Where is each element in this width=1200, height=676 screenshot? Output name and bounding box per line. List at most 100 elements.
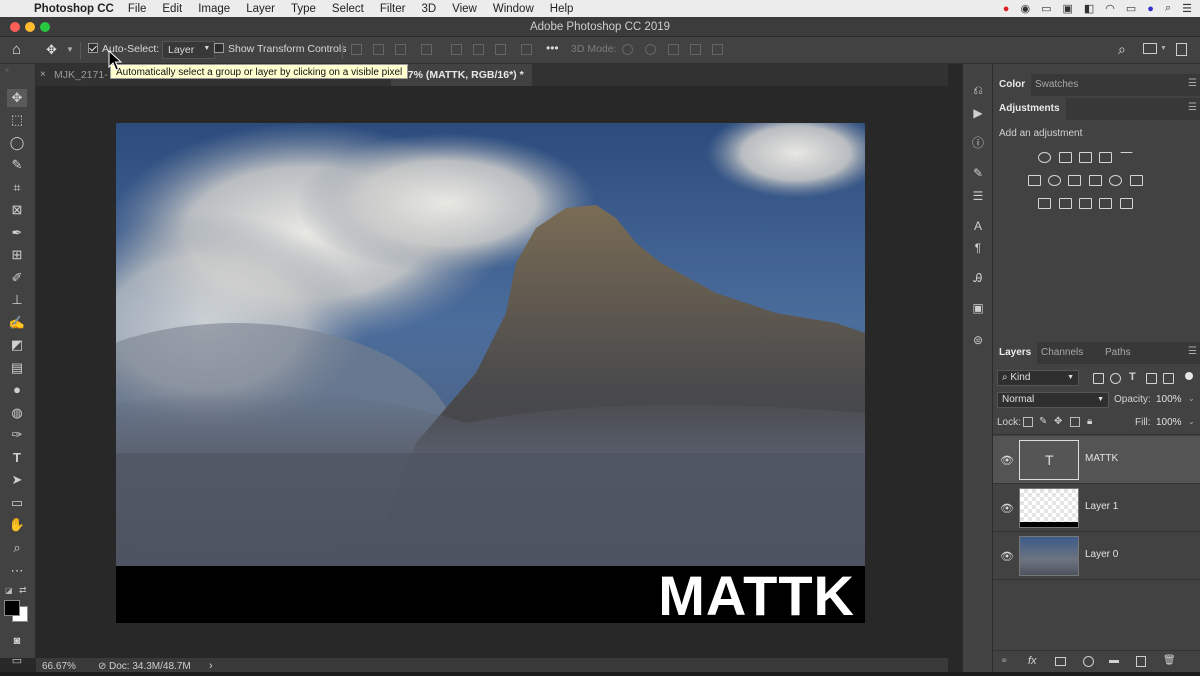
close-window-button[interactable] <box>10 22 20 32</box>
tab-swatches[interactable]: Swatches <box>1029 74 1084 96</box>
layer-filter-kind-dropdown[interactable]: ⌕ Kind ▼ <box>997 370 1079 386</box>
quick-selection-tool-icon[interactable]: ✎ <box>7 156 27 174</box>
notification-center-icon[interactable]: ☰ <box>1182 2 1192 15</box>
brightness-contrast-icon[interactable] <box>1038 152 1051 163</box>
menu-file[interactable]: File <box>128 3 147 15</box>
distribute-vertical-icon[interactable] <box>421 44 432 55</box>
swap-colors-icon[interactable]: ⇄ <box>19 585 27 596</box>
3d-scale-icon[interactable] <box>712 44 723 55</box>
align-top-edges-icon[interactable] <box>451 44 462 55</box>
lasso-tool-icon[interactable]: ◯ <box>7 134 27 152</box>
app-menu-photoshop[interactable]: Photoshop CC <box>34 3 114 15</box>
layer-row-layer-1[interactable]: 👁︎ Layer 1 <box>993 484 1200 532</box>
type-tool-icon[interactable]: T <box>7 449 27 467</box>
adjustment-sliders-icon[interactable]: ☰ <box>970 188 986 204</box>
menu-image[interactable]: Image <box>198 3 230 15</box>
menu-3d[interactable]: 3D <box>421 3 436 15</box>
foreground-color-swatch[interactable] <box>4 600 20 616</box>
chevron-down-icon[interactable]: ▼ <box>66 45 74 54</box>
align-bottom-edges-icon[interactable] <box>495 44 506 55</box>
learn-icon[interactable]: ▣ <box>970 300 986 316</box>
mirror-icon[interactable]: ◧ <box>1084 2 1094 15</box>
3d-slide-icon[interactable] <box>690 44 701 55</box>
brush-settings-icon[interactable]: ✎ <box>970 165 986 181</box>
menu-window[interactable]: Window <box>493 3 534 15</box>
blend-mode-dropdown[interactable]: Normal ▼ <box>997 392 1109 408</box>
canvas-area[interactable]: MATTK <box>36 86 948 658</box>
panel-menu-icon[interactable]: ☰ <box>1188 346 1197 357</box>
workspace-icon[interactable] <box>1143 43 1157 54</box>
tab-document-1[interactable]: MJK_2171- <box>46 64 116 86</box>
lock-position-icon[interactable]: ✥ <box>1054 416 1062 427</box>
distribute-horizontal-icon[interactable] <box>521 44 532 55</box>
levels-icon[interactable] <box>1059 152 1072 163</box>
3d-roll-icon[interactable] <box>645 44 656 55</box>
quick-mask-icon[interactable]: ◙ <box>7 632 27 650</box>
actions-play-icon[interactable]: ▶ <box>970 105 986 121</box>
creative-cloud-icon[interactable]: ● <box>1003 3 1010 15</box>
add-layer-style-button[interactable]: fx <box>1028 655 1037 667</box>
chevron-right-icon[interactable]: › <box>209 660 213 672</box>
photo-filter-icon[interactable] <box>1089 175 1102 186</box>
close-tab-icon[interactable]: × <box>40 69 46 80</box>
panel-menu-icon[interactable]: ☰ <box>1188 78 1197 89</box>
move-tool-icon[interactable]: ✥ <box>7 89 27 107</box>
glyphs-icon[interactable]: Ꭿ <box>970 270 986 286</box>
eye-icon[interactable]: 👁︎ <box>1000 502 1014 515</box>
selective-color-icon[interactable] <box>1099 198 1112 209</box>
dodge-tool-icon[interactable]: ◍ <box>7 404 27 422</box>
path-selection-tool-icon[interactable]: ➤ <box>7 471 27 489</box>
menu-view[interactable]: View <box>452 3 477 15</box>
align-horizontal-centers-icon[interactable] <box>373 44 384 55</box>
edit-toolbar-icon[interactable]: ⋯ <box>7 562 27 580</box>
document-canvas[interactable]: MATTK <box>116 123 865 623</box>
lock-transparent-pixels-icon[interactable] <box>1023 417 1033 427</box>
filter-adjustment-icon[interactable] <box>1110 373 1121 384</box>
link-layers-icon[interactable]: ⚭ <box>1000 656 1008 667</box>
menu-type[interactable]: Type <box>291 3 316 15</box>
chevron-down-icon[interactable]: ▼ <box>1160 45 1167 52</box>
align-vertical-centers-icon[interactable] <box>473 44 484 55</box>
vibrance-icon[interactable] <box>1120 152 1133 163</box>
tab-layers[interactable]: Layers <box>993 342 1038 364</box>
paragraph-icon[interactable]: ¶ <box>970 240 986 256</box>
marquee-tool-icon[interactable]: ⬚ <box>7 111 27 129</box>
default-colors-icon[interactable]: ◪ <box>5 586 13 595</box>
eraser-tool-icon[interactable]: ◩ <box>7 336 27 354</box>
layer-name[interactable]: Layer 0 <box>1085 549 1118 560</box>
blur-tool-icon[interactable]: ● <box>7 381 27 399</box>
menu-filter[interactable]: Filter <box>380 3 406 15</box>
chevron-down-icon[interactable]: ⌄ <box>1188 394 1195 403</box>
layer-row-layer-0[interactable]: 👁︎ Layer 0 <box>993 532 1200 580</box>
character-icon[interactable]: A <box>970 218 986 234</box>
threshold-icon[interactable] <box>1079 198 1092 209</box>
filter-smart-object-icon[interactable] <box>1163 373 1174 384</box>
mattk-text-layer-content[interactable]: MATTK <box>658 563 855 623</box>
clone-stamp-tool-icon[interactable]: ⊥ <box>7 291 27 309</box>
menu-layer[interactable]: Layer <box>246 3 275 15</box>
auto-select-target-dropdown[interactable]: Layer ▼ <box>162 41 216 59</box>
collapse-icon[interactable]: » <box>5 67 9 74</box>
wifi-icon[interactable]: ◠ <box>1105 2 1115 15</box>
add-mask-icon[interactable] <box>1055 657 1066 666</box>
align-left-edges-icon[interactable] <box>351 44 362 55</box>
menu-help[interactable]: Help <box>550 3 574 15</box>
crop-tool-icon[interactable]: ⌗ <box>7 179 27 197</box>
eye-icon[interactable]: 👁︎ <box>1000 454 1014 467</box>
chevron-down-icon[interactable]: ⌄ <box>1188 417 1195 426</box>
brush-tool-icon[interactable]: ✐ <box>7 269 27 287</box>
3d-pan-icon[interactable] <box>668 44 679 55</box>
share-icon[interactable] <box>1176 43 1187 56</box>
search-icon[interactable]: ⌕ <box>1118 41 1126 58</box>
libraries-icon[interactable]: ⊜ <box>970 332 986 348</box>
filter-shape-icon[interactable] <box>1146 373 1157 384</box>
layer-name[interactable]: Layer 1 <box>1085 501 1118 512</box>
filter-pixel-icon[interactable] <box>1093 373 1104 384</box>
history-icon[interactable]: ⎌ <box>970 82 986 98</box>
hue-saturation-icon[interactable] <box>1028 175 1041 186</box>
gradient-tool-icon[interactable]: ▤ <box>7 359 27 377</box>
new-group-icon[interactable]: ▬ <box>1109 655 1119 666</box>
more-options-button[interactable]: ••• <box>546 41 559 55</box>
eye-icon[interactable]: 👁︎ <box>1000 550 1014 563</box>
opacity-field[interactable]: 100% <box>1151 392 1187 408</box>
